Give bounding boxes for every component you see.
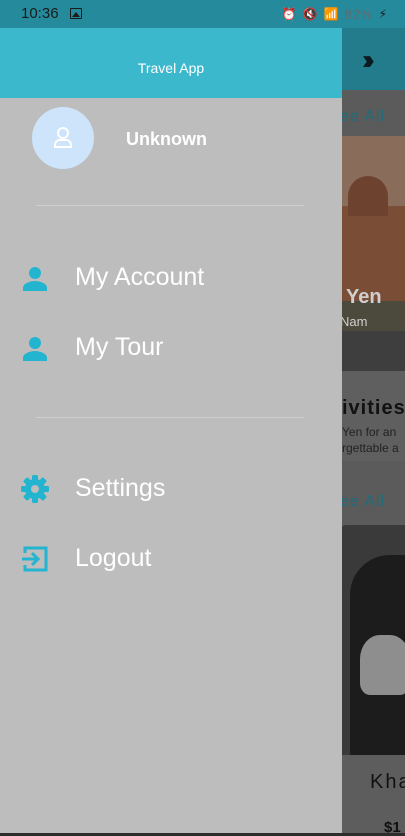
person-icon: [23, 267, 47, 291]
menu-item-my-tour[interactable]: My Tour: [0, 320, 342, 376]
activities-text-line1: Yen for an: [342, 425, 397, 439]
person-icon: [23, 337, 47, 361]
status-bar: 10:36 ⏰ 🔇 📶 82% ⚡: [0, 0, 405, 28]
card-title: Yen: [346, 286, 382, 308]
status-icons: ⏰ 🔇 📶 82% ⚡: [282, 6, 387, 22]
tour-card-image[interactable]: [340, 525, 405, 755]
activities-section: ivities Yen for an rgettable a: [340, 371, 405, 461]
image-notification-icon: [70, 8, 82, 19]
battery-charging-icon: ⚡: [378, 7, 387, 21]
tour-card-price: $1: [384, 819, 401, 836]
menu-label-my-tour: My Tour: [75, 333, 164, 361]
see-all-link-2[interactable]: ee All: [340, 493, 385, 511]
activities-heading: ivities: [342, 397, 405, 419]
user-name: Unknown: [126, 129, 207, 149]
status-time: 10:36: [21, 5, 59, 22]
drawer-header: Travel App: [0, 28, 342, 98]
destination-card[interactable]: Yen Nam: [340, 136, 405, 371]
card-subtitle: Nam: [340, 314, 368, 329]
drawer-title: Travel App: [137, 60, 205, 76]
menu-item-logout[interactable]: Logout: [0, 531, 342, 587]
dog-face: [360, 635, 405, 695]
divider: [36, 417, 304, 418]
logout-icon: [22, 546, 48, 572]
activities-text-line2: rgettable a: [342, 441, 399, 455]
tour-card-title: Kha: [370, 771, 405, 793]
gear-icon: [21, 475, 49, 503]
menu-item-settings[interactable]: Settings: [0, 461, 342, 517]
wifi-icon: 📶: [323, 7, 339, 21]
battery-percent: 82%: [344, 6, 373, 22]
menu-item-my-account[interactable]: My Account: [0, 250, 342, 306]
menu-label-settings: Settings: [75, 474, 166, 502]
double-chevron-icon[interactable]: ››: [362, 44, 374, 76]
user-icon: [54, 127, 72, 148]
menu-label-logout: Logout: [75, 544, 152, 572]
alarm-icon: ⏰: [281, 7, 297, 21]
card-overlay: [340, 331, 405, 371]
tour-card-info: Kha $1: [340, 755, 405, 836]
see-all-link[interactable]: ee All: [340, 108, 385, 126]
divider: [36, 205, 304, 206]
mute-icon: 🔇: [302, 7, 318, 21]
menu-label-my-account: My Account: [75, 263, 205, 291]
avatar[interactable]: [32, 107, 94, 169]
navigation-drawer: Travel App Unknown My Account My Tour Se…: [0, 28, 342, 833]
